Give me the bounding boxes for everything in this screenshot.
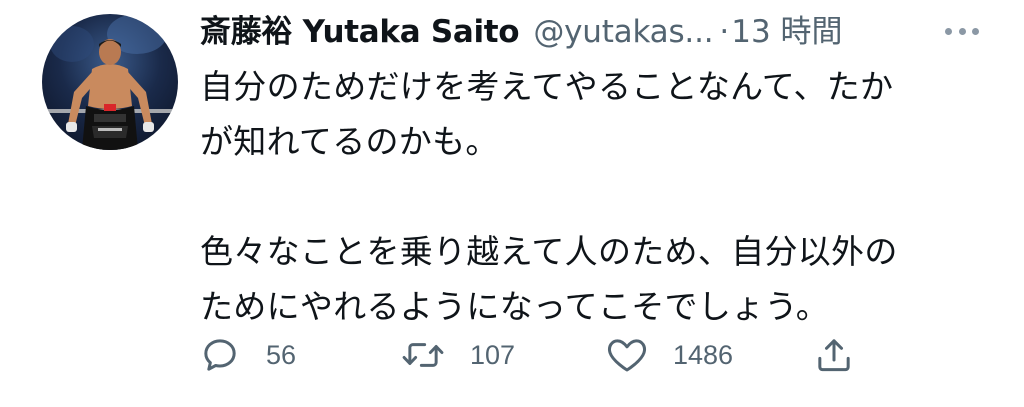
more-dot-icon: [945, 27, 952, 35]
reply-button[interactable]: 56: [200, 330, 296, 380]
author-handle[interactable]: @yutakas...: [533, 10, 713, 54]
more-dot-icon: [972, 27, 979, 35]
tweet-header: 斎藤裕 Yutaka Saito @yutakas... · 13 時間: [200, 10, 990, 54]
tweet-text-line: ためにやれるようになってこそでしょう。: [200, 287, 830, 326]
share-button[interactable]: [814, 330, 854, 380]
tweet-text-line: が知れてるのかも。: [200, 122, 499, 161]
more-options-button[interactable]: [945, 18, 979, 44]
tweet-text-line: 色々なことを乗り越えて人のため、自分以外の: [200, 232, 898, 271]
profile-photo-icon: [42, 14, 178, 150]
share-icon: [818, 339, 850, 372]
tweet-card[interactable]: 斎藤裕 Yutaka Saito @yutakas... · 13 時間 自分の…: [0, 0, 1024, 407]
retweet-button[interactable]: 107: [400, 330, 515, 380]
tweet-text: 自分のためだけを考えてやることなんて、たか が知れてるのかも。 色々なことを乗り…: [200, 59, 990, 334]
author-display-name[interactable]: 斎藤裕 Yutaka Saito: [200, 10, 520, 54]
reply-icon: [204, 339, 236, 371]
more-dot-icon: [958, 27, 966, 35]
retweet-count: 107: [470, 339, 516, 370]
author-avatar[interactable]: [42, 14, 178, 150]
reply-count: 56: [266, 339, 297, 370]
tweet-timestamp[interactable]: 13 時間: [731, 10, 842, 54]
like-button[interactable]: 1486: [605, 330, 733, 380]
heart-icon: [608, 339, 646, 372]
like-count: 1486: [673, 339, 734, 370]
retweet-icon: [402, 343, 444, 367]
tweet-actions: 56 107 1486: [200, 330, 900, 380]
tweet-text-line: 自分のためだけを考えてやることなんて、たか: [200, 67, 894, 106]
header-separator: ·: [719, 14, 730, 50]
